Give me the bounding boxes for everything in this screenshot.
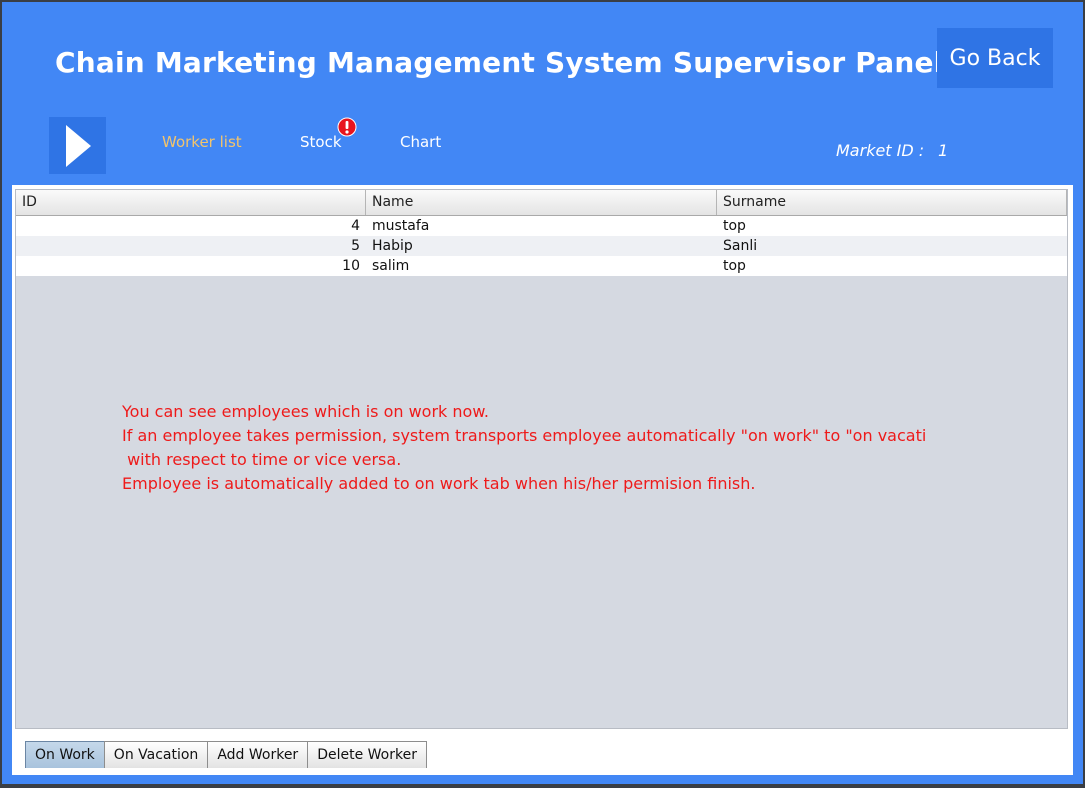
go-back-button[interactable]: Go Back bbox=[937, 28, 1053, 88]
market-id-label: Market ID : bbox=[836, 141, 925, 160]
market-id-value: 1 bbox=[938, 141, 949, 160]
tab-delete-worker[interactable]: Delete Worker bbox=[307, 741, 427, 768]
column-header-id[interactable]: ID bbox=[16, 190, 366, 215]
content-panel: ID Name Surname 4 mustafa top 5 Habip Sa… bbox=[12, 185, 1073, 775]
table-row[interactable]: 10 salim top bbox=[16, 256, 1067, 276]
page-title: Chain Marketing Management System Superv… bbox=[55, 46, 944, 79]
table-body: 4 mustafa top 5 Habip Sanli 10 salim top bbox=[16, 216, 1067, 276]
cell-id: 4 bbox=[351, 218, 360, 234]
worker-table[interactable]: ID Name Surname 4 mustafa top 5 Habip Sa… bbox=[15, 189, 1068, 729]
cell-id: 10 bbox=[342, 258, 360, 274]
cell-name: mustafa bbox=[372, 218, 430, 234]
cell-surname: top bbox=[723, 258, 746, 274]
cell-name: salim bbox=[372, 258, 410, 274]
play-arrow-icon bbox=[66, 125, 91, 167]
info-message: You can see employees which is on work n… bbox=[122, 400, 1062, 496]
tab-on-vacation[interactable]: On Vacation bbox=[103, 741, 209, 768]
info-line: Employee is automatically added to on wo… bbox=[122, 474, 756, 493]
table-header: ID Name Surname bbox=[16, 190, 1067, 216]
column-header-name[interactable]: Name bbox=[366, 190, 717, 215]
info-line: with respect to time or vice versa. bbox=[122, 450, 402, 469]
exclamation-badge-icon bbox=[337, 117, 357, 137]
tab-add-worker[interactable]: Add Worker bbox=[207, 741, 309, 768]
cell-surname: Sanli bbox=[723, 238, 758, 254]
cell-name: Habip bbox=[372, 238, 413, 254]
bottom-tab-bar: On Work On Vacation Add Worker Delete Wo… bbox=[25, 741, 427, 769]
info-line: If an employee takes permission, system … bbox=[122, 426, 927, 445]
nav-stock[interactable]: Stock bbox=[300, 133, 342, 151]
nav-chart[interactable]: Chart bbox=[400, 133, 441, 151]
tab-on-work[interactable]: On Work bbox=[25, 741, 105, 768]
table-row[interactable]: 4 mustafa top bbox=[16, 216, 1067, 236]
cell-id: 5 bbox=[351, 238, 360, 254]
cell-surname: top bbox=[723, 218, 746, 234]
menu-toggle-button[interactable] bbox=[49, 117, 106, 174]
table-row[interactable]: 5 Habip Sanli bbox=[16, 236, 1067, 256]
nav-worker-list[interactable]: Worker list bbox=[162, 133, 242, 151]
app-window: Chain Marketing Management System Superv… bbox=[2, 2, 1083, 784]
column-header-surname[interactable]: Surname bbox=[717, 190, 1067, 215]
info-line: You can see employees which is on work n… bbox=[122, 402, 490, 421]
